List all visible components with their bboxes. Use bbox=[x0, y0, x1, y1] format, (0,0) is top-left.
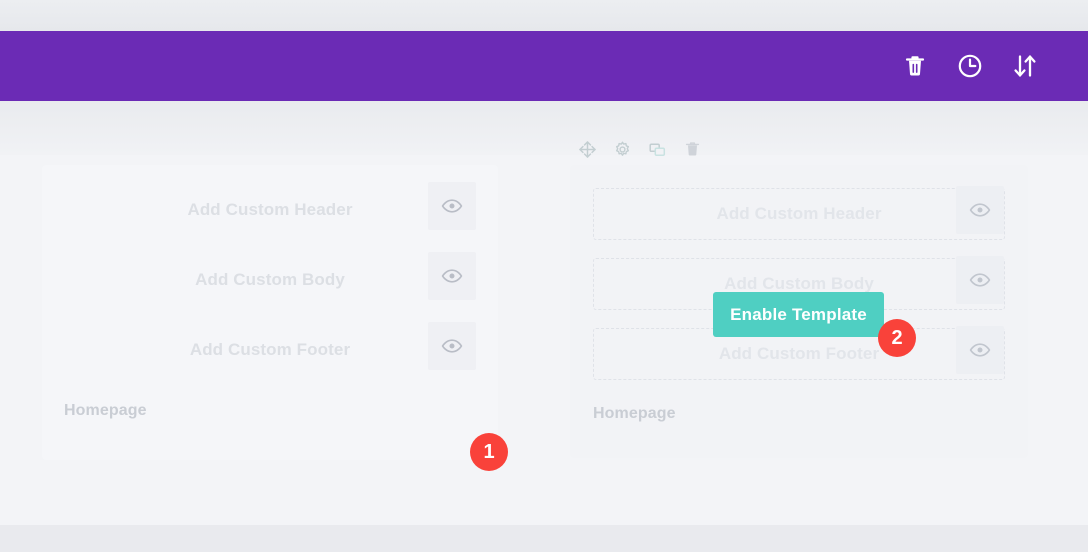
canvas-gradient bbox=[0, 101, 1088, 161]
eye-icon[interactable] bbox=[956, 326, 1004, 374]
duplicate-icon[interactable] bbox=[648, 140, 666, 158]
eye-icon[interactable] bbox=[956, 186, 1004, 234]
eye-icon[interactable] bbox=[428, 182, 476, 230]
trash-icon[interactable] bbox=[902, 53, 928, 79]
row-label: Add Custom Footer bbox=[189, 340, 351, 359]
row-add-custom-header[interactable]: Add Custom Header bbox=[64, 184, 476, 236]
template-card-left[interactable]: Add Custom Header Add Custom Body Add Cu… bbox=[42, 165, 498, 460]
row-add-custom-footer[interactable]: Add Custom Footer bbox=[64, 324, 476, 376]
gear-icon[interactable] bbox=[613, 140, 631, 158]
clock-icon[interactable] bbox=[957, 53, 983, 79]
app-root: Add Custom Header Add Custom Body Add Cu… bbox=[0, 0, 1088, 552]
trash-icon[interactable] bbox=[683, 140, 701, 158]
step-badge-1: 1 bbox=[470, 433, 508, 471]
module-hover-toolbar bbox=[578, 140, 701, 158]
row-label: Add Custom Body bbox=[195, 270, 345, 289]
eye-icon[interactable] bbox=[956, 256, 1004, 304]
canvas-footer-strip bbox=[0, 525, 1088, 552]
card-title: Homepage bbox=[64, 402, 147, 419]
sort-icon[interactable] bbox=[1012, 53, 1038, 79]
enable-template-button[interactable]: Enable Template bbox=[713, 292, 884, 337]
eye-icon[interactable] bbox=[428, 322, 476, 370]
row-label: Add Custom Footer bbox=[718, 344, 880, 363]
toolbar-actions bbox=[902, 53, 1038, 79]
step-badge-2: 2 bbox=[878, 319, 916, 357]
row-add-custom-body[interactable]: Add Custom Body bbox=[64, 254, 476, 306]
page-top-strip bbox=[0, 0, 1088, 31]
move-icon[interactable] bbox=[578, 140, 596, 158]
row-label: Add Custom Header bbox=[716, 204, 882, 223]
row-add-custom-header[interactable]: Add Custom Header bbox=[593, 188, 1005, 240]
card-title: Homepage bbox=[593, 405, 676, 422]
eye-icon[interactable] bbox=[428, 252, 476, 300]
row-label: Add Custom Header bbox=[187, 200, 353, 219]
row-label: Add Custom Body bbox=[724, 274, 874, 293]
purple-toolbar bbox=[0, 31, 1088, 101]
